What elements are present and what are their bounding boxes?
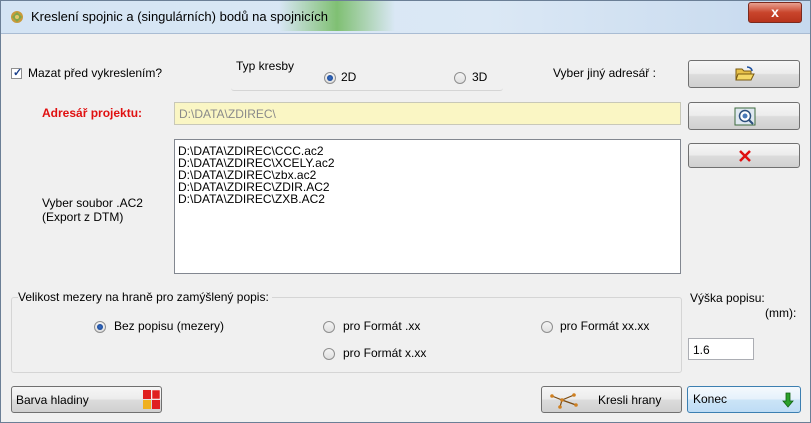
radio-format-xx-text[interactable]: pro Formát .xx bbox=[343, 319, 420, 333]
delete-x-icon bbox=[739, 150, 751, 162]
label-height-unit: (mm): bbox=[765, 306, 797, 320]
project-dir-label: Adresář projektu: bbox=[42, 106, 143, 120]
close-button[interactable]: x bbox=[748, 2, 802, 23]
end-button[interactable]: Konec bbox=[687, 386, 801, 413]
label-height-value: 1.6 bbox=[693, 343, 710, 357]
layer-color-label: Barva hladiny bbox=[16, 393, 89, 407]
project-dir-value: D:\DATA\ZDIREC\ bbox=[179, 107, 276, 121]
radio-2d[interactable] bbox=[324, 72, 336, 84]
label-height-label: Výška popisu: bbox=[690, 291, 765, 305]
choose-dir-label: Vyber jiný adresář : bbox=[553, 66, 656, 80]
radio-no-label-text[interactable]: Bez popisu (mezery) bbox=[114, 319, 224, 333]
end-label: Konec bbox=[693, 392, 728, 406]
radio-no-label[interactable] bbox=[94, 321, 106, 333]
radio-selected-dot bbox=[327, 75, 333, 81]
app-icon bbox=[11, 11, 23, 23]
project-dir-field[interactable]: D:\DATA\ZDIREC\ bbox=[174, 102, 681, 125]
file-listbox[interactable]: D:\DATA\ZDIREC\CCC.ac2 D:\DATA\ZDIREC\XC… bbox=[174, 139, 681, 274]
draw-edges-icon bbox=[550, 393, 578, 409]
delete-file-button[interactable] bbox=[688, 143, 800, 168]
radio-2d-label[interactable]: 2D bbox=[341, 70, 356, 84]
checkmark-icon: ✓ bbox=[13, 67, 23, 79]
radio-format-x-xx-text[interactable]: pro Formát x.xx bbox=[343, 346, 426, 360]
file-select-sublabel: (Export z DTM) bbox=[42, 210, 124, 224]
gap-size-label: Velikost mezery na hraně pro zamýšlený p… bbox=[18, 290, 272, 304]
delete-before-checkbox[interactable]: ✓ bbox=[11, 67, 23, 79]
radio-format-x-xx[interactable] bbox=[323, 348, 335, 360]
radio-format-xx[interactable] bbox=[323, 321, 335, 333]
radio-3d-label[interactable]: 3D bbox=[472, 70, 487, 84]
file-select-label: Vyber soubor .AC2 bbox=[42, 196, 143, 210]
radio-format-xx-xx[interactable] bbox=[541, 321, 553, 333]
delete-before-label: Mazat před vykreslením? bbox=[28, 66, 163, 80]
label-height-field[interactable]: 1.6 bbox=[688, 338, 754, 360]
dialog-window: Kreslení spojnic a (singulárních) bodů n… bbox=[0, 0, 811, 423]
close-icon: x bbox=[771, 4, 779, 20]
draw-edges-button[interactable]: Kresli hrany bbox=[541, 386, 682, 413]
search-dir-icon bbox=[734, 107, 756, 126]
title-bar: Kreslení spojnic a (singulárních) bodů n… bbox=[1, 1, 810, 34]
list-item[interactable]: D:\DATA\ZDIREC\ZXB.AC2 bbox=[178, 193, 335, 205]
arrow-down-icon bbox=[782, 392, 794, 408]
browse-dir-button[interactable] bbox=[688, 102, 800, 130]
gap-size-group bbox=[11, 297, 682, 373]
radio-format-xx-xx-text[interactable]: pro Formát xx.xx bbox=[560, 319, 649, 333]
radio-selected-dot bbox=[97, 324, 103, 330]
layer-color-button[interactable]: Barva hladiny bbox=[11, 386, 162, 413]
color-palette-icon bbox=[143, 390, 161, 409]
draw-edges-label: Kresli hrany bbox=[598, 393, 662, 407]
radio-3d[interactable] bbox=[454, 72, 466, 84]
window-title: Kreslení spojnic a (singulárních) bodů n… bbox=[31, 9, 329, 24]
open-folder-button[interactable] bbox=[688, 60, 800, 88]
open-folder-icon bbox=[735, 66, 755, 81]
